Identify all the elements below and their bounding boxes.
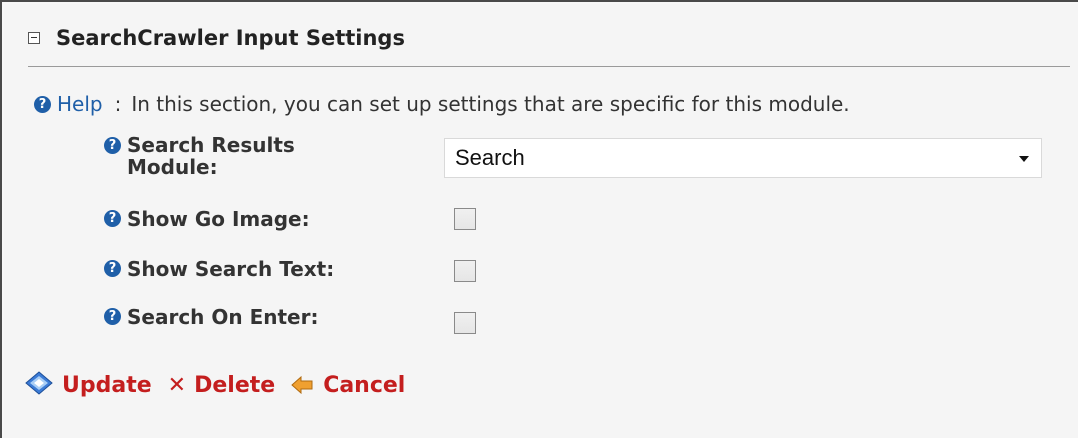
search-results-module-row: ? Search Results Module: (104, 134, 354, 178)
search-results-module-label: Search Results Module: (127, 134, 295, 178)
chevron-down-icon[interactable] (1019, 156, 1029, 162)
show-go-image-label: Show Go Image: (127, 207, 310, 231)
show-search-text-row: ? Show Search Text: (104, 258, 334, 280)
show-go-image-checkbox[interactable] (454, 208, 476, 230)
help-text: In this section, you can set up settings… (131, 92, 850, 116)
search-results-module-label-line1: Search Results (127, 133, 295, 157)
help-icon[interactable]: ? (104, 137, 121, 154)
cancel-button[interactable]: Cancel (291, 373, 405, 398)
search-on-enter-row: ? Search On Enter: (104, 306, 318, 328)
search-results-module-select[interactable]: Search (444, 138, 1042, 178)
section-header[interactable]: SearchCrawler Input Settings (28, 16, 1068, 60)
delete-button[interactable]: ✕ Delete (168, 373, 276, 398)
select-value: Search (455, 145, 525, 170)
help-icon[interactable]: ? (104, 308, 121, 325)
help-icon[interactable]: ? (104, 210, 121, 227)
help-icon[interactable]: ? (104, 260, 121, 277)
help-icon: ? (34, 95, 51, 113)
search-on-enter-label: Search On Enter: (127, 305, 319, 329)
section-title: SearchCrawler Input Settings (56, 26, 405, 50)
show-search-text-checkbox[interactable] (454, 260, 476, 282)
help-link[interactable]: Help (57, 92, 103, 116)
show-go-image-row: ? Show Go Image: (104, 208, 310, 230)
arrow-left-icon (291, 376, 313, 394)
show-search-text-label: Show Search Text: (127, 257, 335, 281)
delete-label: Delete (194, 372, 276, 398)
search-on-enter-checkbox[interactable] (454, 312, 476, 334)
disk-icon (25, 371, 53, 395)
help-colon: : (114, 92, 122, 116)
close-icon: ✕ (167, 372, 187, 398)
minus-box-icon[interactable] (28, 32, 40, 44)
search-results-module-label-line2: Module: (127, 155, 218, 179)
cancel-label: Cancel (323, 372, 406, 398)
update-button[interactable]: Update (24, 370, 152, 400)
update-label: Update (62, 372, 152, 398)
help-line: ? Help : In this section, you can set up… (34, 92, 850, 116)
section-divider (28, 66, 1070, 67)
action-bar: Update ✕ Delete Cancel (24, 370, 421, 400)
